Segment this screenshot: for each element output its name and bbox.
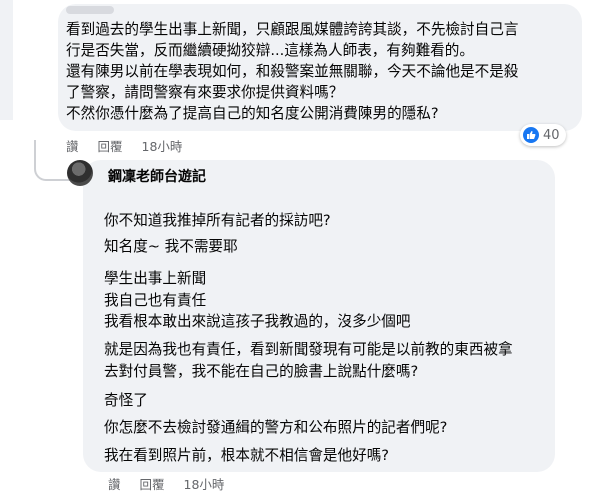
reply-link[interactable]: 回覆: [98, 139, 123, 154]
comment-1-line-2: 行是否失當，反而繼續硬拗狡辯...這樣為人師表，有夠難看的。: [66, 42, 474, 59]
comment-1-line-1: 看到過去的學生出事上新聞，只顧跟風媒體誇誇其談，不先檢討自己言: [66, 21, 519, 38]
redacted-author-name: [66, 6, 114, 14]
reply-thread-connector: [34, 147, 70, 181]
thumbs-up-icon: [523, 127, 539, 143]
timestamp[interactable]: 18小時: [142, 139, 183, 154]
previous-avatar-edge: [0, 0, 13, 120]
author-name[interactable]: 鋼凜老師台遊記: [108, 166, 206, 186]
comment-1-line-4: 了警察，請問警察有來要求你提供資料嗎？: [66, 84, 344, 101]
timestamp[interactable]: 18小時: [184, 477, 225, 492]
comment-2-line-7: 去對付員警，我不能在自己的臉書上說點什麼嗎?: [104, 363, 419, 380]
comment-2-line-4: 我自己也有責任: [104, 292, 207, 309]
reply-link[interactable]: 回覆: [140, 477, 165, 492]
comment-2-line-3: 學生出事上新聞: [104, 270, 207, 287]
author-avatar[interactable]: [67, 160, 93, 186]
comment-1-actions: 讚 回覆 18小時: [66, 136, 197, 155]
reaction-count: 40: [543, 127, 560, 143]
comment-2-line-9: 你怎麼不去檢討發通緝的警方和公布照片的記者們呢?: [104, 419, 448, 436]
comment-2-line-10: 我在看到照片前，根本就不相信會是他好嗎?: [104, 447, 390, 464]
comment-2-line-1: 你不知道我推掉所有記者的採訪吧?: [104, 212, 331, 229]
comment-2-line-2: 知名度~ 我不需要耶: [104, 238, 238, 255]
comment-2-line-6: 就是因為我也有責任，看到新聞發現有可能是以前教的東西被拿: [104, 341, 513, 358]
comment-1-line-3: 還有陳男以前在學表現如何，和殺警案並無關聯，今天不論他是不是殺: [66, 63, 519, 80]
reaction-summary[interactable]: 40: [520, 124, 566, 146]
comment-2-actions: 讚 回覆 18小時: [108, 474, 239, 493]
like-link[interactable]: 讚: [108, 477, 121, 492]
comment-2-line-5: 我看根本敢出來說這孩子我教過的，沒多少個吧: [104, 313, 411, 330]
comment-1-line-5: 不然你憑什麼為了提高自己的知名度公開消費陳男的隱私?: [66, 105, 439, 122]
comment-2-line-8: 奇怪了: [104, 392, 148, 409]
